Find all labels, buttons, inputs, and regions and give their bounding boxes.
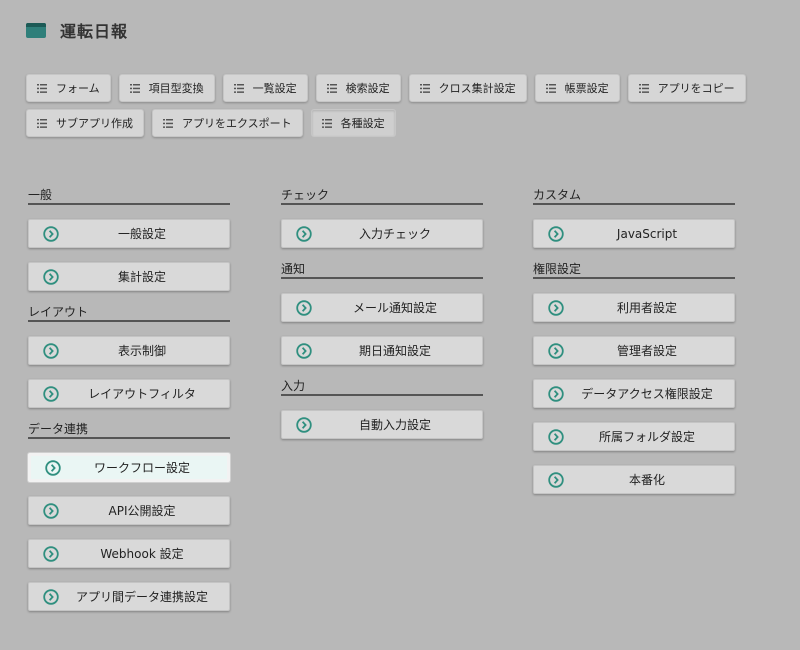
report-settings-button[interactable]: 帳票設定	[534, 74, 620, 102]
list-icon	[233, 83, 244, 93]
create-subapp-button[interactable]: サブアプリ作成	[26, 109, 144, 137]
menu-label: 自動入力設定	[358, 418, 431, 432]
menu-label: JavaScript	[616, 226, 678, 241]
list-icon	[37, 118, 47, 128]
settings-column-3: カスタム JavaScript 権限設定 利用者設定 管理者設定 データアクセス…	[533, 186, 737, 494]
chevron-circle-right-icon	[43, 545, 59, 562]
chevron-circle-right-icon	[43, 342, 59, 359]
menu-label: 管理者設定	[616, 344, 677, 358]
list-icon	[545, 83, 556, 93]
various-settings-button[interactable]: 各種設定	[310, 109, 396, 137]
list-icon	[419, 83, 430, 93]
chevron-circle-right-icon	[548, 225, 564, 242]
chevron-circle-right-icon	[43, 385, 59, 402]
menu-label: 一般設定	[117, 227, 166, 241]
webhook-settings-button[interactable]: Webhook 設定	[28, 539, 230, 568]
section-title-layout: レイアウト	[28, 303, 230, 322]
form-button[interactable]: フォーム	[26, 74, 111, 102]
section-title-general: 一般	[28, 186, 230, 205]
chevron-circle-right-icon	[296, 342, 312, 359]
section-title-input: 入力	[281, 377, 483, 396]
production-button[interactable]: 本番化	[533, 465, 735, 494]
export-app-button[interactable]: アプリをエクスポート	[152, 109, 303, 137]
data-access-permission-button[interactable]: データアクセス権限設定	[533, 379, 735, 408]
list-icon	[638, 83, 649, 93]
mail-notify-settings-button[interactable]: メール通知設定	[281, 293, 483, 322]
menu-label: データアクセス権限設定	[581, 387, 713, 401]
tool-label: 項目型変換	[148, 82, 204, 95]
due-date-notify-settings-button[interactable]: 期日通知設定	[281, 336, 483, 365]
user-settings-button[interactable]: 利用者設定	[533, 293, 735, 322]
display-control-button[interactable]: 表示制御	[28, 336, 230, 365]
menu-label: API公開設定	[108, 504, 176, 518]
tool-label: サブアプリ作成	[56, 117, 133, 130]
chevron-circle-right-icon	[548, 385, 564, 402]
chevron-circle-right-icon	[548, 299, 564, 316]
list-icon	[321, 118, 332, 128]
menu-label: 入力チェック	[358, 227, 431, 241]
folder-settings-button[interactable]: 所属フォルダ設定	[533, 422, 735, 451]
section-title-data-link: データ連携	[28, 420, 230, 439]
menu-label: 表示制御	[117, 344, 166, 358]
tool-label: アプリをエクスポート	[182, 117, 292, 130]
chevron-circle-right-icon	[548, 428, 564, 445]
app-title: 運転日報	[60, 22, 129, 41]
settings-column-2: チェック 入力チェック 通知 メール通知設定 期日通知設定 入力 自動入力設定	[281, 186, 485, 439]
tool-label: クロス集計設定	[438, 82, 516, 95]
search-settings-button[interactable]: 検索設定	[315, 74, 401, 102]
workflow-settings-button[interactable]: ワークフロー設定	[28, 453, 230, 482]
chevron-circle-right-icon	[296, 299, 312, 316]
settings-toolbar: フォーム 項目型変換 一覧設定 検索設定 クロス集計設定 帳票設定 アプリをコピ…	[26, 74, 786, 137]
aggregate-settings-button[interactable]: 集計設定	[28, 262, 230, 291]
chevron-circle-right-icon	[43, 268, 59, 285]
list-icon	[326, 83, 337, 93]
menu-label: Webhook 設定	[100, 547, 184, 561]
tool-label: フォーム	[56, 82, 100, 95]
menu-label: 期日通知設定	[358, 344, 431, 358]
general-settings-button[interactable]: 一般設定	[28, 219, 230, 248]
menu-label: 集計設定	[117, 270, 166, 284]
admin-settings-button[interactable]: 管理者設定	[533, 336, 735, 365]
menu-label: メール通知設定	[352, 301, 437, 315]
app-header: 運転日報	[26, 18, 128, 42]
tool-label: 一覧設定	[252, 82, 297, 95]
chevron-circle-right-icon	[548, 471, 564, 488]
chevron-circle-right-icon	[296, 225, 312, 242]
list-icon	[37, 83, 47, 93]
chevron-circle-right-icon	[296, 416, 312, 433]
menu-label: 所属フォルダ設定	[598, 430, 695, 444]
chevron-circle-right-icon	[43, 502, 59, 519]
menu-label: レイアウトフィルタ	[88, 387, 196, 401]
tool-label: 帳票設定	[564, 82, 609, 95]
chevron-circle-right-icon	[43, 225, 59, 242]
app-window-icon	[26, 22, 46, 38]
section-title-permission: 権限設定	[533, 260, 735, 279]
list-icon	[163, 118, 173, 128]
javascript-button[interactable]: JavaScript	[533, 219, 735, 248]
menu-label: アプリ間データ連携設定	[75, 590, 208, 604]
section-title-notify: 通知	[281, 260, 483, 279]
inter-app-data-link-button[interactable]: アプリ間データ連携設定	[28, 582, 230, 611]
field-type-convert-button[interactable]: 項目型変換	[118, 74, 215, 102]
list-settings-button[interactable]: 一覧設定	[222, 74, 308, 102]
api-publish-settings-button[interactable]: API公開設定	[28, 496, 230, 525]
copy-app-button[interactable]: アプリをコピー	[627, 74, 746, 102]
settings-column-1: 一般 一般設定 集計設定 レイアウト 表示制御 レイアウトフィルタ データ連携 …	[28, 186, 232, 611]
section-title-custom: カスタム	[533, 186, 735, 205]
auto-input-settings-button[interactable]: 自動入力設定	[281, 410, 483, 439]
menu-label: 本番化	[628, 473, 665, 487]
chevron-circle-right-icon	[43, 588, 59, 605]
list-icon	[129, 83, 140, 93]
tool-label: 検索設定	[345, 82, 390, 95]
layout-filter-button[interactable]: レイアウトフィルタ	[28, 379, 230, 408]
menu-label: 利用者設定	[616, 301, 677, 315]
tool-label: アプリをコピー	[657, 82, 735, 95]
input-check-button[interactable]: 入力チェック	[281, 219, 483, 248]
chevron-circle-right-icon	[548, 342, 564, 359]
tool-label: 各種設定	[340, 117, 385, 130]
cross-tab-settings-button[interactable]: クロス集計設定	[408, 74, 527, 102]
section-title-check: チェック	[281, 186, 483, 205]
chevron-circle-right-icon	[45, 459, 61, 476]
